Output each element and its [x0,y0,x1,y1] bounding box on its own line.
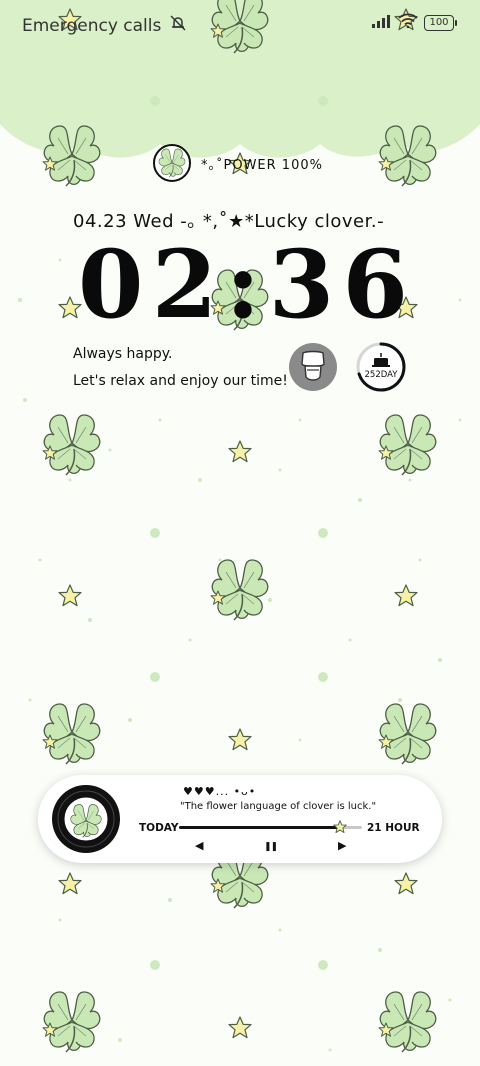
status-right: 100 [372,13,457,32]
vinyl-disc-icon [52,785,120,853]
wifi-icon [398,13,418,32]
clover-badge-icon [153,144,191,182]
music-player-card[interactable]: ♥♥♥... •ᴗ• "The flower language of clove… [38,775,442,863]
clock-minute-tens: 3 [268,230,335,340]
signal-icon [372,13,392,32]
power-row: *｡˚POWER 100% [153,144,323,182]
progress-track[interactable] [179,820,362,834]
next-button[interactable]: ▶ [338,840,346,852]
clock-hour-ones: 2 [151,230,218,340]
player-hearts-text: ♥♥♥... •ᴗ• [183,785,257,798]
cup-icon [301,350,325,381]
status-bar: Emergency calls 100 [0,0,480,48]
clock-colon: : [225,230,261,340]
day-counter-label: 252DAY [364,370,398,380]
clock-minute-ones: 6 [342,230,408,340]
progress-end-label: 21 HOUR [367,822,420,834]
progress-start-label: TODAY [139,822,179,834]
previous-button[interactable]: ◀ [195,840,203,852]
status-left: Emergency calls [22,14,187,37]
emergency-calls-text: Emergency calls [22,15,162,36]
player-quote: "The flower language of clover is luck." [180,801,377,812]
clock-hour-tens: 0 [78,230,144,340]
progress-fill [179,826,341,829]
day-ring [356,342,406,392]
clock: 0 2 : 3 6 [78,238,408,333]
power-text: *｡˚POWER 100% [201,157,323,173]
star-thumb-icon[interactable] [331,818,349,836]
day-counter-widget[interactable]: 252DAY [355,341,407,393]
message-relax: Let's relax and enjoy our time! [73,373,288,389]
mute-icon [169,14,187,37]
cup-button[interactable] [289,343,337,391]
pause-button[interactable]: ❚❚ [264,841,278,853]
message-always-happy: Always happy. [73,346,173,362]
battery-icon: 100 [424,14,457,31]
